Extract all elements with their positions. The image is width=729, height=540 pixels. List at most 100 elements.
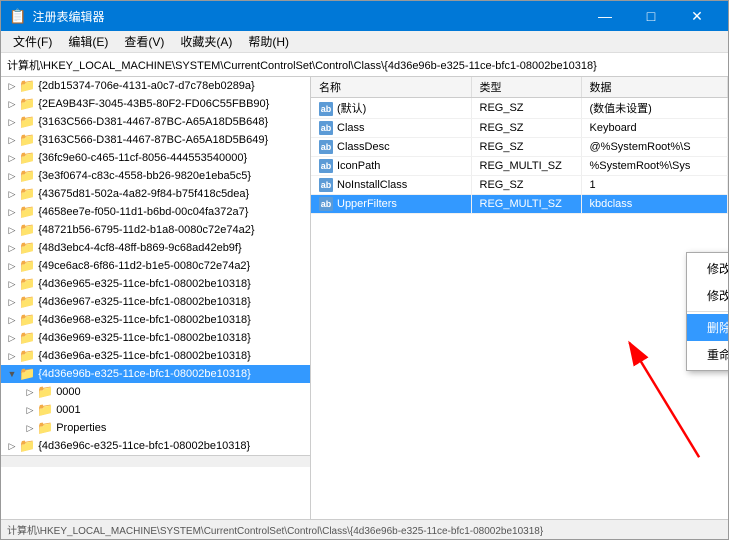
expand-icon: ▷ xyxy=(5,313,19,327)
tree-item[interactable]: ▷📁{4d36e967-e325-11ce-bfc1-08002be10318} xyxy=(1,293,310,311)
col-name: 名称 xyxy=(311,77,471,98)
expand-icon: ▷ xyxy=(5,205,19,219)
table-row[interactable]: abClassDescREG_SZ@%SystemRoot%\S xyxy=(311,138,728,157)
folder-icon: 📁 xyxy=(19,240,35,256)
expand-icon: ▷ xyxy=(5,115,19,129)
reg-value-icon: ab xyxy=(319,159,333,173)
tree-item[interactable]: ▷📁{43675d81-502a-4a82-9f84-b75f418c5dea} xyxy=(1,185,310,203)
reg-value-icon: ab xyxy=(319,121,333,135)
menu-item[interactable]: 收藏夹(A) xyxy=(172,31,240,52)
tree-item-label: {4658ee7e-f050-11d1-b6bd-00c04fa372a7} xyxy=(38,206,248,218)
expand-icon: ▷ xyxy=(5,133,19,147)
tree-item-label: {4d36e967-e325-11ce-bfc1-08002be10318} xyxy=(38,296,251,308)
col-data: 数据 xyxy=(581,77,728,98)
table-row[interactable]: ab(默认)REG_SZ(数值未设置) xyxy=(311,98,728,119)
tree-item-label: {3e3f0674-c83c-4558-bb26-9820e1eba5c5} xyxy=(38,170,251,182)
folder-icon: 📁 xyxy=(19,186,35,202)
status-bar: 计算机\HKEY_LOCAL_MACHINE\SYSTEM\CurrentCon… xyxy=(1,519,728,539)
table-row[interactable]: abIconPathREG_MULTI_SZ%SystemRoot%\Sys xyxy=(311,157,728,176)
title-bar-left: 📋 注册表编辑器 xyxy=(9,8,104,25)
menu-item[interactable]: 编辑(E) xyxy=(60,31,116,52)
tree-item[interactable]: ▷📁Properties xyxy=(1,419,310,437)
expand-icon: ▷ xyxy=(5,331,19,345)
tree-panel[interactable]: ▷📁{2db15374-706e-4131-a0c7-d7c78eb0289a}… xyxy=(1,77,311,519)
reg-value-icon: ab xyxy=(319,178,333,192)
folder-icon: 📁 xyxy=(19,78,35,94)
address-bar: 计算机\HKEY_LOCAL_MACHINE\SYSTEM\CurrentCon… xyxy=(1,53,728,77)
title-bar: 📋 注册表编辑器 — □ ✕ xyxy=(1,1,728,31)
tree-item-label: {4d36e969-e325-11ce-bfc1-08002be10318} xyxy=(38,332,251,344)
expand-icon: ▷ xyxy=(5,349,19,363)
tree-item[interactable]: ▷📁{36fc9e60-c465-11cf-8056-444553540000} xyxy=(1,149,310,167)
tree-item[interactable]: ▷📁{48d3ebc4-4cf8-48ff-b869-9c68ad42eb9f} xyxy=(1,239,310,257)
folder-icon: 📁 xyxy=(19,312,35,328)
tree-item[interactable]: ▷📁0000 xyxy=(1,383,310,401)
tree-item[interactable]: ▷📁{4d36e96c-e325-11ce-bfc1-08002be10318} xyxy=(1,437,310,455)
tree-item-label: Properties xyxy=(56,422,106,434)
tree-item-label: {49ce6ac8-6f86-11d2-b1e5-0080c72e74a2} xyxy=(38,260,250,272)
context-menu-item-0[interactable]: 修改(M)... xyxy=(687,255,728,282)
folder-icon: 📁 xyxy=(19,330,35,346)
tree-item[interactable]: ▷📁{48721b56-6795-11d2-b1a8-0080c72e74a2} xyxy=(1,221,310,239)
tree-item[interactable]: ▷📁{4d36e969-e325-11ce-bfc1-08002be10318} xyxy=(1,329,310,347)
tree-item[interactable]: ▷📁{4d36e965-e325-11ce-bfc1-08002be10318} xyxy=(1,275,310,293)
tree-item-label: {4d36e968-e325-11ce-bfc1-08002be10318} xyxy=(38,314,251,326)
table-row[interactable]: abNoInstallClassREG_SZ1 xyxy=(311,176,728,195)
folder-icon: 📁 xyxy=(19,294,35,310)
close-button[interactable]: ✕ xyxy=(674,1,720,31)
folder-icon: 📁 xyxy=(19,366,35,382)
window-title: 注册表编辑器 xyxy=(32,8,104,25)
col-type: 类型 xyxy=(471,77,581,98)
tree-item-label: {48721b56-6795-11d2-b1a8-0080c72e74a2} xyxy=(38,224,254,236)
minimize-button[interactable]: — xyxy=(582,1,628,31)
tree-item[interactable]: ▷📁{3163C566-D381-4467-87BC-A65A18D5B649} xyxy=(1,131,310,149)
expand-icon: ▷ xyxy=(5,97,19,111)
folder-icon: 📁 xyxy=(19,276,35,292)
registry-table: 名称 类型 数据 ab(默认)REG_SZ(数值未设置)abClassREG_S… xyxy=(311,77,728,214)
tree-item-label: {2db15374-706e-4131-a0c7-d7c78eb0289a} xyxy=(38,80,255,92)
context-menu-item-2[interactable]: 删除(D) xyxy=(687,314,728,341)
tree-hscrollbar[interactable] xyxy=(1,455,310,467)
folder-icon: 📁 xyxy=(37,384,53,400)
expand-icon: ▷ xyxy=(5,223,19,237)
tree-item[interactable]: ▼📁{4d36e96b-e325-11ce-bfc1-08002be10318} xyxy=(1,365,310,383)
folder-icon: 📁 xyxy=(19,150,35,166)
tree-item[interactable]: ▷📁{4d36e96a-e325-11ce-bfc1-08002be10318} xyxy=(1,347,310,365)
expand-icon: ▷ xyxy=(5,151,19,165)
reg-value-icon: ab xyxy=(319,140,333,154)
menu-bar: 文件(F)编辑(E)查看(V)收藏夹(A)帮助(H) xyxy=(1,31,728,53)
tree-item[interactable]: ▷📁{49ce6ac8-6f86-11d2-b1e5-0080c72e74a2} xyxy=(1,257,310,275)
menu-item[interactable]: 帮助(H) xyxy=(240,31,297,52)
expand-icon: ▷ xyxy=(5,439,19,453)
tree-item-label: 0001 xyxy=(56,404,80,416)
expand-icon: ▷ xyxy=(23,385,37,399)
context-menu-item-3[interactable]: 重命名(R) xyxy=(687,341,728,368)
expand-icon: ▷ xyxy=(23,403,37,417)
tree-item-label: {4d36e96b-e325-11ce-bfc1-08002be10318} xyxy=(38,368,251,380)
menu-item[interactable]: 文件(F) xyxy=(5,31,60,52)
tree-item[interactable]: ▷📁{3e3f0674-c83c-4558-bb26-9820e1eba5c5} xyxy=(1,167,310,185)
expand-icon: ▷ xyxy=(23,421,37,435)
table-row[interactable]: abClassREG_SZKeyboard xyxy=(311,119,728,138)
folder-icon: 📁 xyxy=(19,114,35,130)
expand-icon: ▷ xyxy=(5,277,19,291)
reg-value-icon: ab xyxy=(319,197,333,211)
status-text: 计算机\HKEY_LOCAL_MACHINE\SYSTEM\CurrentCon… xyxy=(7,522,543,537)
context-menu: 修改(M)...修改二进制数据(B)... 删除(D)重命名(R) xyxy=(686,252,728,371)
main-window: 📋 注册表编辑器 — □ ✕ 文件(F)编辑(E)查看(V)收藏夹(A)帮助(H… xyxy=(0,0,729,540)
tree-item[interactable]: ▷📁{2EA9B43F-3045-43B5-80F2-FD06C55FBB90} xyxy=(1,95,310,113)
maximize-button[interactable]: □ xyxy=(628,1,674,31)
expand-icon: ▷ xyxy=(5,295,19,309)
tree-item[interactable]: ▷📁{3163C566-D381-4467-87BC-A65A18D5B648} xyxy=(1,113,310,131)
menu-item[interactable]: 查看(V) xyxy=(116,31,172,52)
table-row[interactable]: abUpperFiltersREG_MULTI_SZkbdclass xyxy=(311,195,728,214)
tree-item[interactable]: ▷📁{2db15374-706e-4131-a0c7-d7c78eb0289a} xyxy=(1,77,310,95)
tree-item[interactable]: ▷📁{4658ee7e-f050-11d1-b6bd-00c04fa372a7} xyxy=(1,203,310,221)
registry-panel: 名称 类型 数据 ab(默认)REG_SZ(数值未设置)abClassREG_S… xyxy=(311,77,728,519)
folder-icon: 📁 xyxy=(19,204,35,220)
reg-value-icon: ab xyxy=(319,102,333,116)
tree-item[interactable]: ▷📁{4d36e968-e325-11ce-bfc1-08002be10318} xyxy=(1,311,310,329)
context-menu-item-1[interactable]: 修改二进制数据(B)... xyxy=(687,282,728,309)
tree-item[interactable]: ▷📁0001 xyxy=(1,401,310,419)
context-menu-separator xyxy=(687,311,728,312)
